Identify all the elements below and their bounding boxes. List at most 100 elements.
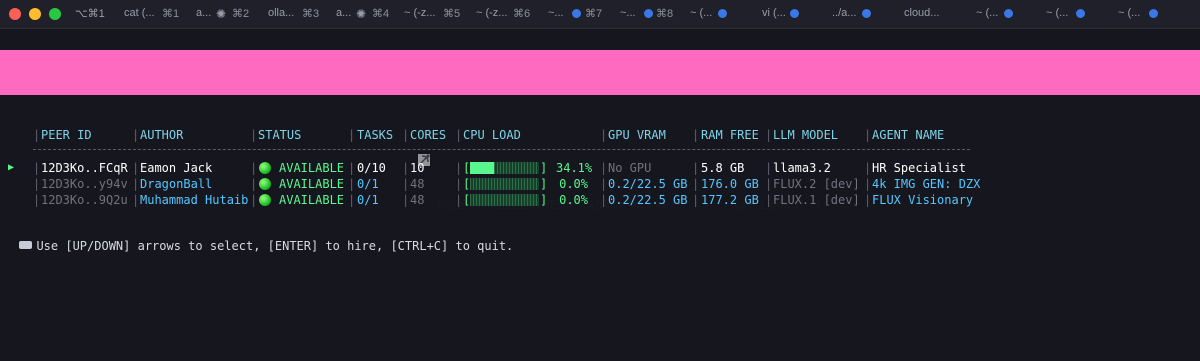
column-header-tasks: TASKS	[357, 128, 394, 142]
tab-13[interactable]: ~ (...	[976, 7, 998, 19]
column-header-cores: CORES	[410, 128, 447, 142]
column-separator: |	[132, 128, 140, 142]
column-header-ram-free: RAM FREE	[701, 128, 759, 142]
close-window-button[interactable]	[9, 8, 21, 20]
tab-15[interactable]: ~ (...	[1118, 7, 1140, 19]
column-separator: |	[765, 177, 773, 191]
column-separator: |	[250, 161, 258, 175]
column-header-author: AUTHOR	[140, 128, 184, 142]
column-separator: |	[33, 193, 41, 207]
agent-name: FLUX Visionary	[872, 193, 974, 207]
tab-2[interactable]: a...	[196, 7, 211, 19]
loading-spinner-icon: ✺	[216, 7, 227, 21]
cpu-bar-bracket: ]	[540, 161, 548, 175]
column-separator: |	[33, 128, 41, 142]
tab-7[interactable]: ~...	[548, 7, 564, 19]
tab-activity-dot-icon	[644, 9, 653, 18]
tab-activity-dot-icon	[1076, 9, 1085, 18]
ram-free: 176.0 GB	[701, 177, 759, 191]
cpu-load-percent: 0.0%	[559, 193, 588, 207]
gpu-vram: 0.2/22.5 GB	[608, 177, 688, 191]
tab-8[interactable]: ~...	[620, 7, 636, 19]
tab-11[interactable]: ../a...	[832, 7, 856, 19]
terminal-tab-bar: ⌥⌘1 cat (... ⌘1 a... ✺ ⌘2 olla... ⌘3 a..…	[0, 0, 1200, 29]
column-separator: |	[455, 128, 463, 142]
column-separator: |	[33, 161, 41, 175]
column-separator: |	[864, 177, 872, 191]
tab-activity-dot-icon	[1149, 9, 1158, 18]
tab-4-shortcut: ⌘4	[372, 8, 390, 20]
column-separator: |	[692, 161, 700, 175]
header-divider	[33, 149, 970, 150]
maximize-window-button[interactable]	[49, 8, 61, 20]
keyboard-help: Use [UP/DOWN] arrows to select, [ENTER] …	[5, 225, 513, 253]
cpu-load-percent: 34.1%	[556, 161, 593, 175]
column-separator: |	[455, 177, 463, 191]
gpu-vram: No GPU	[608, 161, 652, 175]
tab-2-shortcut: ⌘2	[232, 8, 250, 20]
column-separator: |	[348, 128, 356, 142]
column-separator: |	[132, 193, 140, 207]
tab-1[interactable]: cat (...	[124, 7, 155, 19]
loading-spinner-icon: ✺	[356, 7, 367, 21]
status-text: AVAILABLE	[279, 193, 345, 207]
column-header-cpu-load: CPU LOAD	[463, 128, 521, 142]
tab-activity-dot-icon	[862, 9, 871, 18]
cores: 48	[410, 177, 425, 191]
agent-name: 4k IMG GEN: DZX	[872, 177, 981, 191]
column-separator: |	[402, 128, 410, 142]
status-green-circle-icon	[259, 194, 271, 206]
peer-id: 12D3Ko..9Q2u	[41, 193, 128, 207]
column-separator: |	[348, 161, 356, 175]
status-text: AVAILABLE	[279, 177, 345, 191]
minimize-window-button[interactable]	[29, 8, 41, 20]
tab-3[interactable]: olla...	[268, 7, 294, 19]
tab-9[interactable]: ~ (...	[690, 7, 712, 19]
cores: 10	[410, 161, 425, 175]
tab-activity-dot-icon	[790, 9, 799, 18]
tab-4[interactable]: a...	[336, 7, 351, 19]
column-separator: |	[864, 193, 872, 207]
tab-6[interactable]: ~ (-z...	[476, 7, 507, 19]
tab-10[interactable]: vi (...	[762, 7, 786, 19]
column-header-status: STATUS	[258, 128, 302, 142]
tab-6-shortcut: ⌘6	[513, 8, 531, 20]
agent-name: HR Specialist	[872, 161, 966, 175]
cpu-bar-bracket: ]	[540, 177, 548, 191]
author: Muhammad Hutaib	[140, 193, 249, 207]
column-separator: |	[250, 177, 258, 191]
column-separator: |	[33, 177, 41, 191]
peer-id: 12D3Ko..y94v	[41, 177, 128, 191]
status-green-circle-icon	[259, 178, 271, 190]
tab-14[interactable]: ~ (...	[1046, 7, 1068, 19]
column-separator: |	[692, 193, 700, 207]
tab-8-shortcut: ⌘8	[656, 8, 674, 20]
column-separator: |	[692, 177, 700, 191]
column-separator: |	[250, 193, 258, 207]
cpu-load-fill	[470, 162, 494, 174]
keyboard-icon	[19, 241, 33, 249]
column-separator: |	[402, 193, 410, 207]
tasks: 0/10	[357, 161, 386, 175]
cpu-load-bar	[470, 162, 539, 174]
tab-12[interactable]: cloud...	[904, 7, 939, 19]
column-separator: |	[600, 161, 608, 175]
radar-banner: DECENTRALIZED MESH RADAR (Workers: 3 | R…	[0, 50, 1200, 212]
column-separator: |	[402, 161, 410, 175]
column-separator: |	[765, 128, 773, 142]
llm-model: FLUX.1 [dev]	[773, 193, 860, 207]
cores: 48	[410, 193, 425, 207]
column-separator: |	[402, 177, 410, 191]
tab-0[interactable]: ⌥⌘1	[75, 7, 105, 20]
column-header-agent-name: AGENT NAME	[872, 128, 945, 142]
tasks: 0/1	[357, 193, 379, 207]
tab-5[interactable]: ~ (-z...	[404, 7, 435, 19]
llm-model: FLUX.2 [dev]	[773, 177, 860, 191]
tab-1-shortcut: ⌘1	[162, 8, 180, 20]
cpu-bar-bracket: ]	[540, 193, 548, 207]
ram-free: 5.8 GB	[701, 161, 745, 175]
tab-5-shortcut: ⌘5	[443, 8, 461, 20]
help-text: Use [UP/DOWN] arrows to select, [ENTER] …	[36, 239, 514, 253]
column-separator: |	[765, 161, 773, 175]
pane-divider	[0, 28, 1200, 29]
